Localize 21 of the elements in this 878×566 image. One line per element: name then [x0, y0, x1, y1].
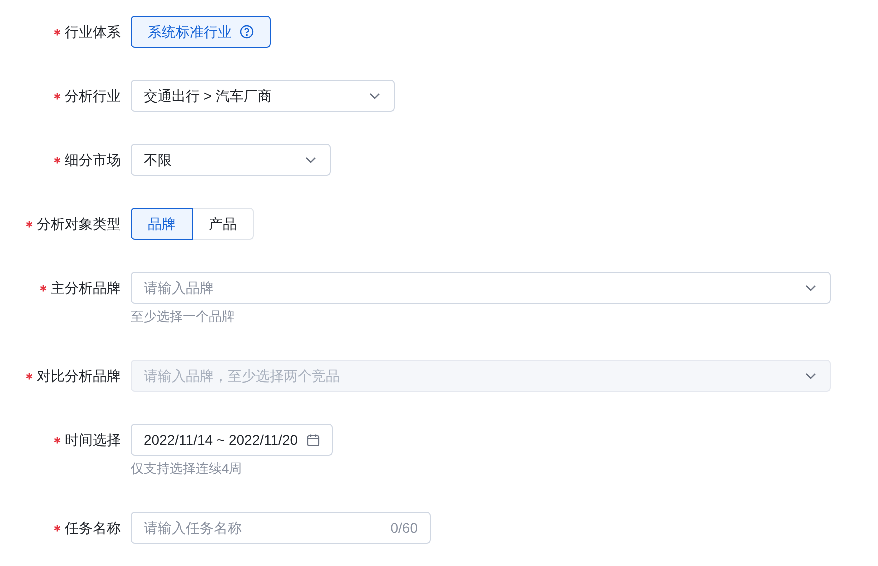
help-text: 仅支持选择连续4周 — [131, 460, 244, 478]
help-icon — [240, 25, 254, 39]
character-counter: 0/60 — [390, 518, 418, 538]
select-field[interactable]: 不限 — [131, 144, 331, 176]
field-label: 时间选择 — [65, 430, 121, 450]
segment-option[interactable]: 产品 — [192, 208, 254, 240]
field-label: 行业体系 — [65, 22, 121, 42]
field-label: 任务名称 — [65, 518, 121, 538]
field-label: 分析行业 — [65, 86, 121, 106]
date-range-field[interactable]: 2022/11/14 ~ 2022/11/20 — [131, 424, 333, 456]
field-label: 主分析品牌 — [51, 278, 121, 298]
field-label: 分析对象类型 — [37, 214, 121, 234]
task-name-field[interactable]: 请输入任务名称 0/60 — [131, 512, 431, 544]
field-label: 对比分析品牌 — [37, 366, 121, 386]
field-label: 细分市场 — [65, 150, 121, 170]
select-field[interactable]: 交通出行 > 汽车厂商 — [131, 80, 395, 112]
calendar-icon — [307, 434, 320, 446]
industry-system-button[interactable]: 系统标准行业 — [131, 16, 271, 48]
select-field[interactable]: 请输入品牌 — [131, 272, 831, 304]
segment-option[interactable]: 品牌 — [131, 208, 193, 240]
help-text: 至少选择一个品牌 — [131, 308, 236, 326]
